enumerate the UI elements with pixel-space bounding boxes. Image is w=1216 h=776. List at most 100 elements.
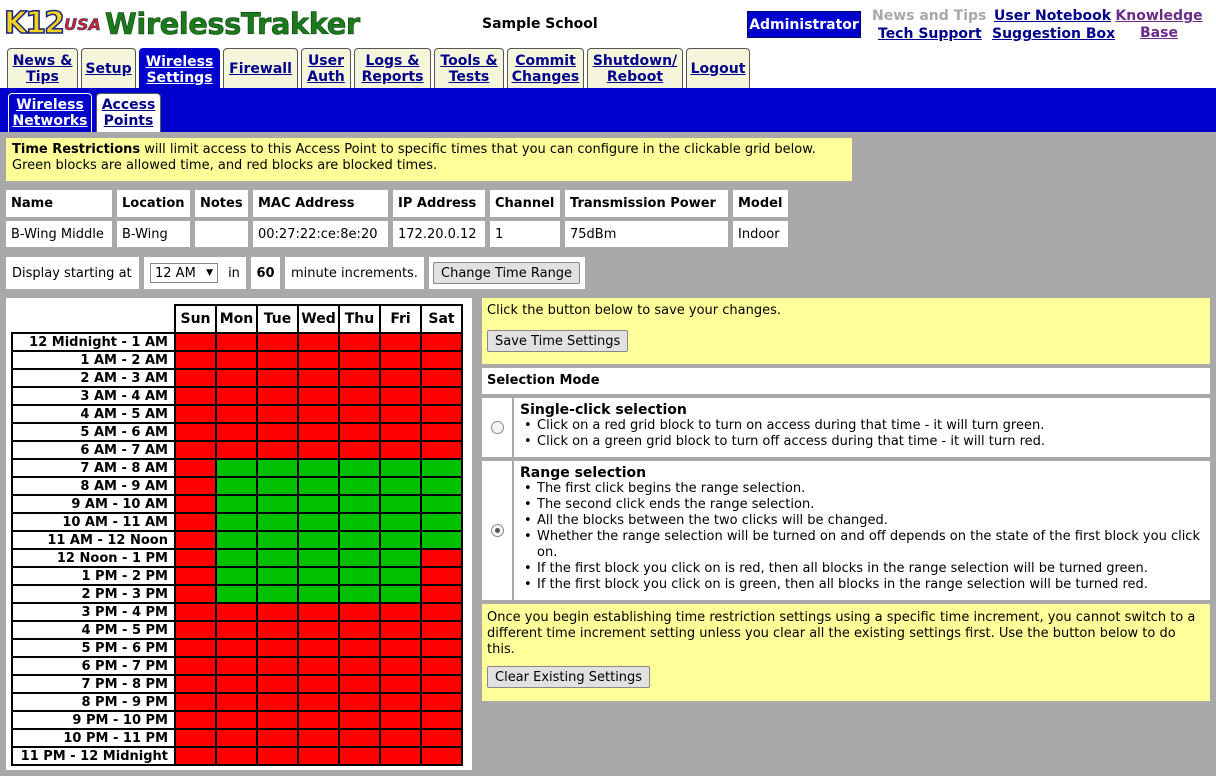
grid-cell-tue[interactable]: [256, 584, 299, 604]
grid-cell-thu[interactable]: [338, 692, 381, 712]
grid-cell-wed[interactable]: [297, 746, 340, 766]
grid-cell-mon[interactable]: [215, 350, 258, 370]
grid-cell-tue[interactable]: [256, 638, 299, 658]
grid-cell-mon[interactable]: [215, 494, 258, 514]
grid-cell-sun[interactable]: [174, 602, 217, 622]
grid-cell-sat[interactable]: [420, 332, 463, 352]
grid-cell-tue[interactable]: [256, 692, 299, 712]
grid-cell-sat[interactable]: [420, 692, 463, 712]
grid-cell-sat[interactable]: [420, 476, 463, 496]
grid-cell-mon[interactable]: [215, 674, 258, 694]
grid-cell-sat[interactable]: [420, 584, 463, 604]
grid-cell-thu[interactable]: [338, 602, 381, 622]
grid-cell-fri[interactable]: [379, 620, 422, 640]
grid-cell-fri[interactable]: [379, 656, 422, 676]
grid-cell-sat[interactable]: [420, 422, 463, 442]
grid-cell-mon[interactable]: [215, 656, 258, 676]
grid-cell-thu[interactable]: [338, 530, 381, 550]
grid-cell-sat[interactable]: [420, 386, 463, 406]
grid-cell-tue[interactable]: [256, 476, 299, 496]
grid-cell-thu[interactable]: [338, 422, 381, 442]
grid-cell-mon[interactable]: [215, 728, 258, 748]
grid-cell-tue[interactable]: [256, 566, 299, 586]
grid-cell-thu[interactable]: [338, 728, 381, 748]
grid-cell-sun[interactable]: [174, 332, 217, 352]
tab-logs-reports[interactable]: Logs & Reports: [354, 48, 431, 88]
grid-cell-tue[interactable]: [256, 728, 299, 748]
grid-cell-wed[interactable]: [297, 404, 340, 424]
grid-cell-sat[interactable]: [420, 656, 463, 676]
grid-cell-mon[interactable]: [215, 692, 258, 712]
grid-cell-mon[interactable]: [215, 386, 258, 406]
grid-cell-sat[interactable]: [420, 494, 463, 514]
grid-cell-sat[interactable]: [420, 440, 463, 460]
grid-cell-tue[interactable]: [256, 440, 299, 460]
grid-cell-wed[interactable]: [297, 692, 340, 712]
grid-cell-fri[interactable]: [379, 368, 422, 388]
grid-cell-fri[interactable]: [379, 386, 422, 406]
single-click-radio[interactable]: [490, 421, 504, 434]
grid-cell-tue[interactable]: [256, 332, 299, 352]
grid-cell-mon[interactable]: [215, 566, 258, 586]
user-notebook-link[interactable]: User Notebook: [994, 8, 1111, 24]
subtab-wireless-networks[interactable]: Wireless Networks: [8, 93, 92, 132]
grid-cell-wed[interactable]: [297, 656, 340, 676]
grid-cell-wed[interactable]: [297, 386, 340, 406]
grid-cell-sat[interactable]: [420, 458, 463, 478]
grid-cell-fri[interactable]: [379, 422, 422, 442]
grid-cell-mon[interactable]: [215, 458, 258, 478]
grid-cell-fri[interactable]: [379, 674, 422, 694]
grid-cell-thu[interactable]: [338, 584, 381, 604]
grid-cell-sat[interactable]: [420, 620, 463, 640]
tab-commit-changes[interactable]: Commit Changes: [507, 48, 584, 88]
grid-cell-tue[interactable]: [256, 386, 299, 406]
grid-cell-fri[interactable]: [379, 350, 422, 370]
grid-cell-sat[interactable]: [420, 512, 463, 532]
tab-news-tips[interactable]: News & Tips: [7, 48, 78, 88]
grid-cell-sat[interactable]: [420, 674, 463, 694]
grid-cell-sun[interactable]: [174, 710, 217, 730]
grid-cell-wed[interactable]: [297, 422, 340, 442]
grid-cell-mon[interactable]: [215, 548, 258, 568]
tab-user-auth[interactable]: User Auth: [301, 48, 351, 88]
grid-cell-sun[interactable]: [174, 620, 217, 640]
grid-cell-mon[interactable]: [215, 638, 258, 658]
grid-cell-wed[interactable]: [297, 350, 340, 370]
grid-cell-fri[interactable]: [379, 530, 422, 550]
grid-cell-tue[interactable]: [256, 620, 299, 640]
grid-cell-mon[interactable]: [215, 476, 258, 496]
grid-cell-sun[interactable]: [174, 386, 217, 406]
grid-cell-wed[interactable]: [297, 512, 340, 532]
grid-cell-tue[interactable]: [256, 368, 299, 388]
grid-cell-fri[interactable]: [379, 512, 422, 532]
grid-cell-wed[interactable]: [297, 368, 340, 388]
grid-cell-tue[interactable]: [256, 494, 299, 514]
grid-cell-sun[interactable]: [174, 584, 217, 604]
grid-cell-sun[interactable]: [174, 728, 217, 748]
grid-cell-thu[interactable]: [338, 476, 381, 496]
knowledge-base-link[interactable]: Knowledge Base: [1112, 8, 1206, 42]
grid-cell-sat[interactable]: [420, 350, 463, 370]
grid-cell-fri[interactable]: [379, 602, 422, 622]
grid-cell-thu[interactable]: [338, 566, 381, 586]
grid-cell-fri[interactable]: [379, 710, 422, 730]
tab-setup[interactable]: Setup: [81, 48, 136, 88]
grid-cell-sun[interactable]: [174, 350, 217, 370]
grid-cell-mon[interactable]: [215, 440, 258, 460]
grid-cell-sat[interactable]: [420, 602, 463, 622]
tab-firewall[interactable]: Firewall: [223, 48, 298, 88]
grid-cell-fri[interactable]: [379, 458, 422, 478]
grid-cell-sun[interactable]: [174, 440, 217, 460]
grid-cell-sun[interactable]: [174, 494, 217, 514]
grid-cell-mon[interactable]: [215, 422, 258, 442]
grid-cell-tue[interactable]: [256, 422, 299, 442]
grid-cell-fri[interactable]: [379, 494, 422, 514]
grid-cell-sat[interactable]: [420, 728, 463, 748]
grid-cell-mon[interactable]: [215, 584, 258, 604]
grid-cell-thu[interactable]: [338, 548, 381, 568]
grid-cell-thu[interactable]: [338, 350, 381, 370]
grid-cell-sat[interactable]: [420, 404, 463, 424]
grid-cell-tue[interactable]: [256, 674, 299, 694]
grid-cell-mon[interactable]: [215, 368, 258, 388]
grid-cell-sun[interactable]: [174, 674, 217, 694]
